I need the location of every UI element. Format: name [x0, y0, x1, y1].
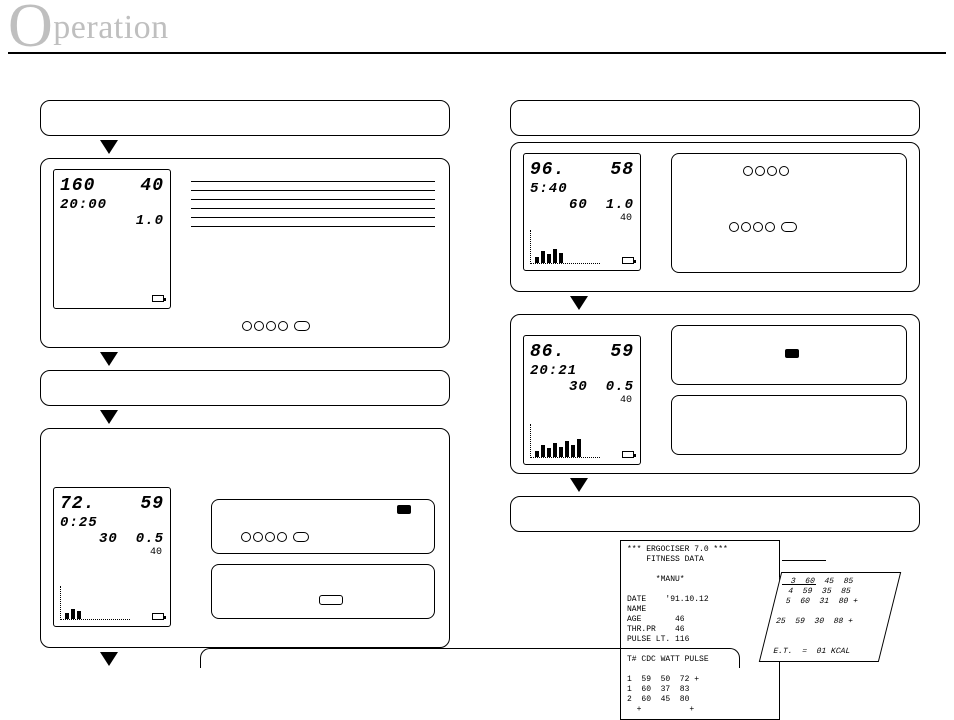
bottom-frame [200, 648, 740, 668]
lcd-value: 40 [530, 395, 634, 407]
lcd-graph-icon [530, 424, 600, 458]
right-step-0 [510, 100, 920, 136]
printout-sheet-a: *** ERGOCISER 7.0 *** FITNESS DATA *MANU… [620, 540, 780, 720]
lcd-value: 160 [60, 176, 95, 197]
lcd-display: 160 40 20:00 1.0 [53, 169, 171, 309]
lcd-value: 59 [140, 494, 164, 515]
right-step-1: 96. 58 5:40 60 1.0 40 [510, 142, 920, 292]
lcd-value: 40 [530, 213, 634, 225]
sub-panel [671, 153, 907, 273]
battery-icon [622, 257, 634, 264]
lcd-value: 86. [530, 342, 565, 363]
lcd-value: 1.0 [606, 197, 634, 213]
flow-arrow-icon [570, 296, 588, 310]
lcd-value: 0.5 [606, 379, 634, 395]
page-title: Operation [8, 0, 169, 47]
left-step-3 [40, 370, 450, 406]
battery-icon [152, 613, 164, 620]
lcd-value: 0.5 [136, 531, 164, 547]
control-keys-icon [742, 164, 790, 182]
flow-arrow-icon [570, 478, 588, 492]
flow-arrow-icon [100, 410, 118, 424]
flow-arrow-icon [100, 652, 118, 666]
lcd-value: 40 [140, 176, 164, 197]
pointer-group-icon [282, 593, 344, 611]
lcd-value: 96. [530, 160, 565, 181]
control-keys-icon [728, 220, 798, 238]
text-lines-placeholder [191, 173, 435, 235]
printout-sheet-b: 3 60 45 85 4 59 35 85 5 60 31 80 + 25 59… [759, 572, 901, 662]
pointer-icon [691, 509, 703, 527]
lcd-value: 72. [60, 494, 95, 515]
left-step-2: 160 40 20:00 1.0 [40, 158, 450, 348]
right-step-2: 86. 59 20:21 30 0.5 40 [510, 314, 920, 474]
lcd-graph-icon [530, 230, 600, 264]
battery-icon [622, 451, 634, 458]
key-icon [785, 349, 799, 358]
lcd-value: 30 [569, 379, 588, 395]
lcd-value: 59 [610, 342, 634, 363]
flow-arrow-icon [100, 140, 118, 154]
control-keys-icon [241, 319, 311, 337]
lcd-display: 86. 59 20:21 30 0.5 40 [523, 335, 641, 465]
lcd-value: 1.0 [136, 213, 164, 229]
left-step-1 [40, 100, 450, 136]
left-step-4: 72. 59 0:25 30 0.5 40 [40, 428, 450, 648]
lcd-value: 5:40 [530, 181, 568, 197]
heading-rest: peration [53, 9, 168, 46]
leader-line-icon [782, 584, 816, 585]
sub-panel [211, 499, 435, 554]
flow-arrow-icon [100, 352, 118, 366]
lcd-value: 20:00 [60, 197, 107, 213]
lcd-display: 96. 58 5:40 60 1.0 40 [523, 153, 641, 271]
lcd-display: 72. 59 0:25 30 0.5 40 [53, 487, 171, 627]
dropcap-o: O [8, 0, 53, 60]
sub-panel [211, 564, 435, 619]
control-keys-icon [240, 530, 310, 548]
pointer-icon [864, 426, 876, 444]
sub-panel [671, 395, 907, 455]
left-column: 160 40 20:00 1.0 72. 59 0:25 30 0.5 40 [40, 100, 450, 670]
lcd-value: 58 [610, 160, 634, 181]
lcd-value: 30 [99, 531, 118, 547]
lcd-graph-icon [60, 586, 130, 620]
battery-icon [152, 295, 164, 302]
lcd-value: 60 [569, 197, 588, 213]
pointer-icon [742, 346, 754, 364]
sub-panel [671, 325, 907, 385]
right-step-3 [510, 496, 920, 532]
lcd-value: 40 [60, 547, 164, 559]
leader-line-icon [782, 572, 836, 573]
pointer-icon [241, 383, 253, 401]
leader-line-icon [782, 560, 826, 561]
lcd-value: 0:25 [60, 515, 98, 531]
key-icon [397, 505, 411, 514]
right-column: 96. 58 5:40 60 1.0 40 86. 59 20:21 [510, 100, 920, 532]
lcd-value: 20:21 [530, 363, 577, 379]
title-rule [8, 52, 946, 54]
